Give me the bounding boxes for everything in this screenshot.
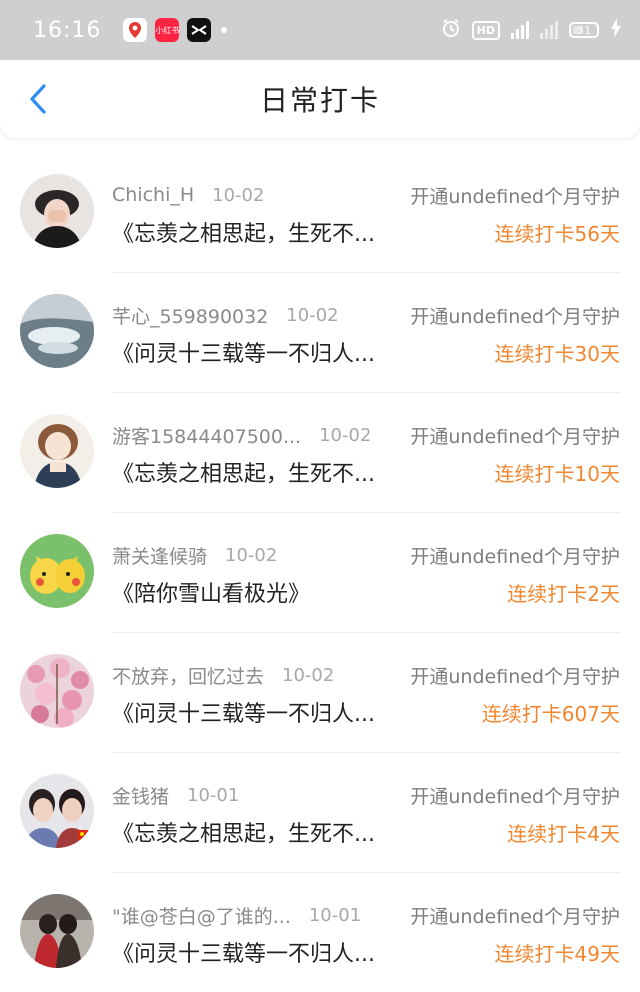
list-item[interactable]: 不放弃，回忆过去 10-02 开通undefined个月守护 《问灵十三载等一不… [0, 632, 640, 752]
checkin-list: Chichi_H 10-02 开通undefined个月守护 《忘羡之相思起，生… [0, 152, 640, 992]
alarm-icon [441, 18, 461, 43]
status-icons: HD 31 [441, 18, 622, 43]
guard-status: 开通undefined个月守护 [410, 545, 620, 568]
guard-status: 开通undefined个月守护 [410, 185, 620, 208]
checkin-date: 10-02 [212, 184, 265, 206]
streak-count: 连续打卡56天 [494, 221, 620, 246]
list-item[interactable]: 萧关逢候骑 10-02 开通undefined个月守护 《陪你雪山看极光》 连续… [0, 512, 640, 632]
song-title[interactable]: 《问灵十三载等一不归人... [112, 696, 375, 728]
guard-status: 开通undefined个月守护 [410, 665, 620, 688]
status-bar: 16:16 小红书 HD 31 [0, 0, 640, 60]
avatar[interactable] [20, 774, 94, 848]
checkin-date: 10-02 [319, 424, 372, 446]
guard-status: 开通undefined个月守护 [410, 425, 620, 448]
notification-app-icons: 小红书 [123, 18, 228, 42]
signal-secondary-icon [540, 21, 558, 39]
xiaohongshu-app-icon: 小红书 [155, 18, 180, 42]
username[interactable]: Chichi_H [112, 184, 194, 206]
checkin-date: 10-02 [225, 544, 278, 566]
list-item[interactable]: 游客15844407500... 10-02 开通undefined个月守护 《… [0, 392, 640, 512]
signal-4g-icon [511, 21, 529, 39]
avatar[interactable] [20, 894, 94, 968]
song-title[interactable]: 《忘羡之相思起，生死不... [112, 216, 375, 248]
username[interactable]: 不放弃，回忆过去 [112, 662, 264, 689]
header-bar: 日常打卡 [0, 60, 640, 138]
avatar[interactable] [20, 414, 94, 488]
checkin-date: 10-02 [282, 664, 335, 686]
streak-count: 连续打卡10天 [494, 461, 620, 486]
streak-count: 连续打卡49天 [494, 941, 620, 966]
username[interactable]: 萧关逢候骑 [112, 542, 207, 569]
avatar[interactable] [20, 654, 94, 728]
charging-bolt-icon [610, 18, 622, 42]
battery-icon: 31 [569, 22, 599, 38]
map-pin-app-icon [123, 18, 148, 42]
list-item[interactable]: 芊心_559890032 10-02 开通undefined个月守护 《问灵十三… [0, 272, 640, 392]
song-title[interactable]: 《问灵十三载等一不归人... [112, 936, 375, 968]
chevron-left-icon [30, 84, 46, 114]
page-title: 日常打卡 [259, 84, 380, 117]
hd-voice-icon: HD [471, 20, 500, 40]
streak-count: 连续打卡2天 [507, 581, 620, 606]
list-item[interactable]: "谁@苍白@了谁的... 10-01 开通undefined个月守护 《问灵十三… [0, 872, 640, 992]
song-title[interactable]: 《陪你雪山看极光》 [112, 576, 310, 608]
avatar[interactable] [20, 174, 94, 248]
guard-status: 开通undefined个月守护 [410, 905, 620, 928]
username[interactable]: 游客15844407500... [112, 422, 301, 449]
guard-status: 开通undefined个月守护 [410, 785, 620, 808]
username[interactable]: 金钱猪 [112, 782, 169, 809]
checkin-date: 10-02 [286, 304, 339, 326]
checkin-date: 10-01 [187, 784, 240, 806]
list-item[interactable]: Chichi_H 10-02 开通undefined个月守护 《忘羡之相思起，生… [0, 152, 640, 272]
back-button[interactable] [22, 82, 54, 116]
streak-count: 连续打卡30天 [494, 341, 620, 366]
song-title[interactable]: 《忘羡之相思起，生死不... [112, 816, 375, 848]
username[interactable]: 芊心_559890032 [112, 302, 268, 329]
list-item[interactable]: 金钱猪 10-01 开通undefined个月守护 《忘羡之相思起，生死不...… [0, 752, 640, 872]
streak-count: 连续打卡607天 [481, 701, 620, 726]
battery-level: 31 [577, 23, 591, 37]
guard-status: 开通undefined个月守护 [410, 305, 620, 328]
checkin-date: 10-01 [308, 904, 362, 926]
streak-count: 连续打卡4天 [507, 821, 620, 846]
avatar[interactable] [20, 294, 94, 368]
more-notifications-dot-icon [221, 27, 228, 33]
avatar[interactable] [20, 534, 94, 608]
capcut-app-icon [187, 18, 212, 42]
status-time: 16:16 [33, 17, 102, 43]
song-title[interactable]: 《问灵十三载等一不归人... [112, 336, 375, 368]
username[interactable]: "谁@苍白@了谁的... [112, 902, 291, 929]
song-title[interactable]: 《忘羡之相思起，生死不... [112, 456, 375, 488]
xiaohongshu-app-label: 小红书 [155, 25, 180, 35]
